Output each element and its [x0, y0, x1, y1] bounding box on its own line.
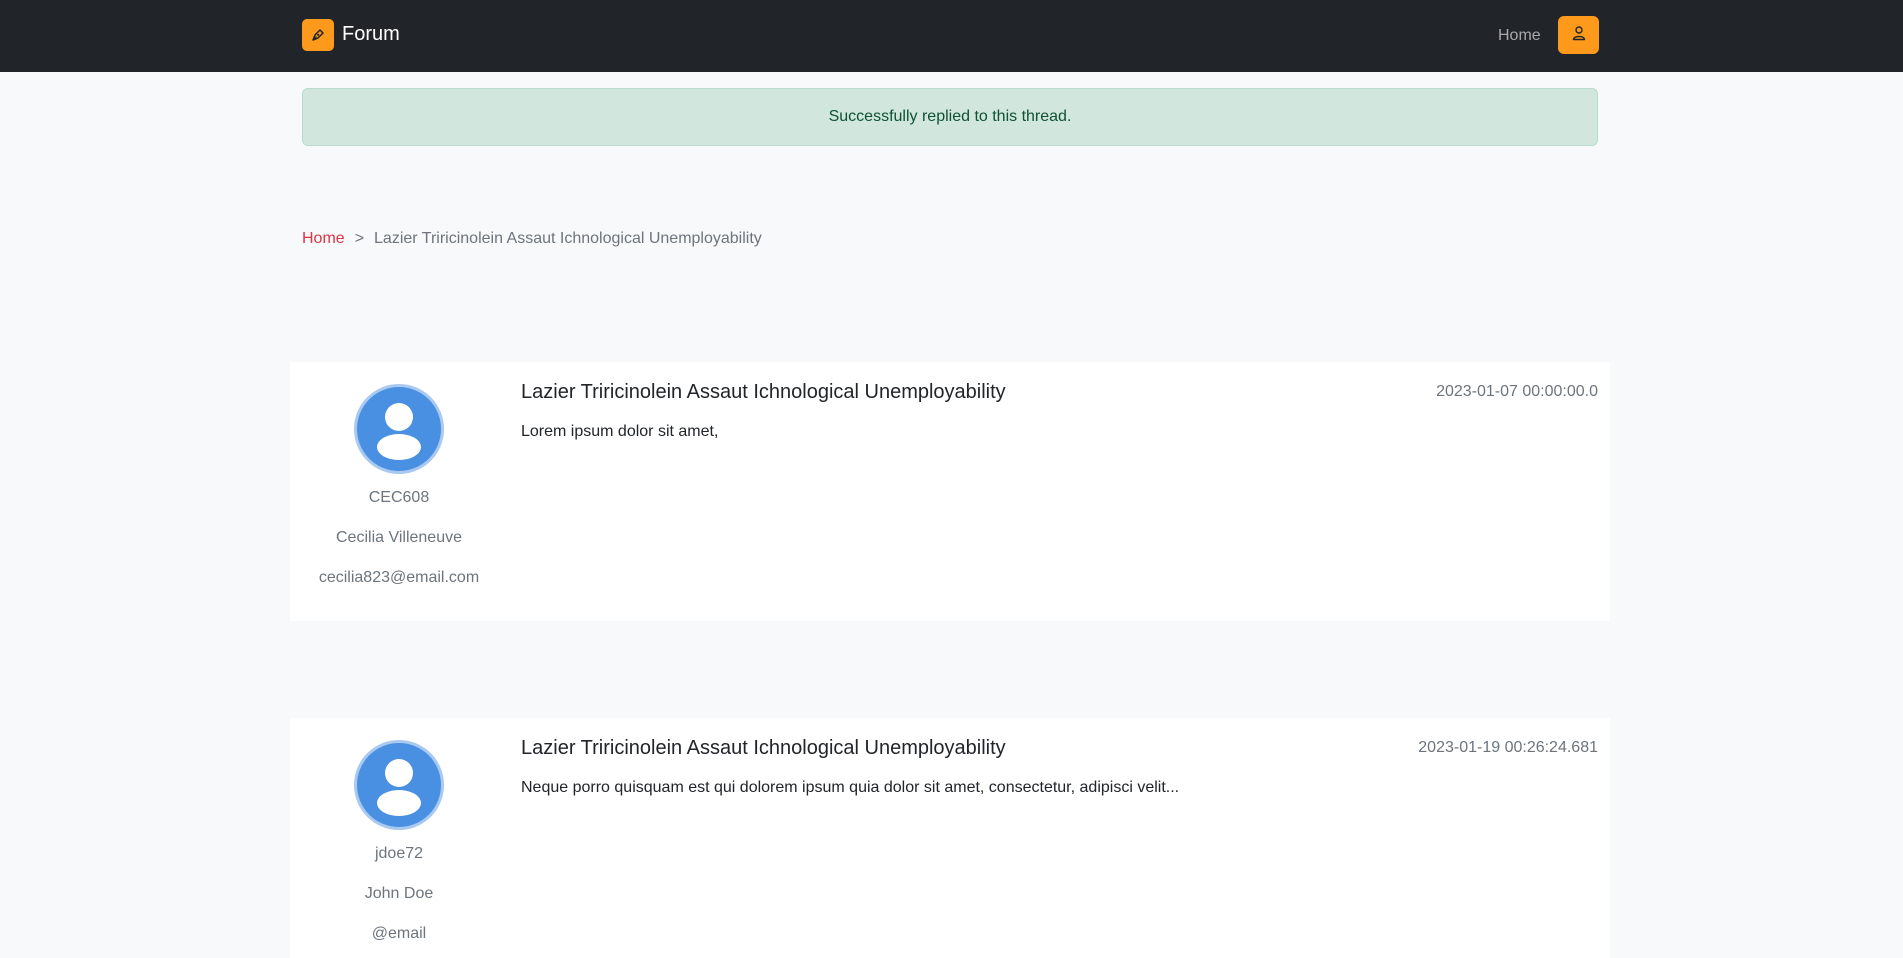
- post-title: Lazier Triricinolein Assaut Ichnological…: [521, 381, 1006, 403]
- author-email: @email: [371, 925, 427, 942]
- avatar[interactable]: [354, 384, 444, 474]
- pen-nib-icon: [302, 18, 334, 51]
- user-menu-button[interactable]: [1558, 16, 1599, 54]
- post-body: Lorem ipsum dolor sit amet,: [521, 423, 719, 440]
- user-icon: [1571, 25, 1587, 46]
- post-title: Lazier Triricinolein Assaut Ichnological…: [521, 737, 1006, 759]
- breadcrumb: Home > Lazier Triricinolein Assaut Ichno…: [302, 227, 762, 251]
- post-timestamp: 2023-01-19 00:26:24.681: [1418, 739, 1598, 756]
- author-username: CEC608: [368, 489, 430, 506]
- top-navbar: Forum Home: [0, 0, 1903, 72]
- post-author: jdoe72 John Doe @email: [290, 718, 508, 946]
- author-full-name: Cecilia Villeneuve: [336, 529, 462, 546]
- post-author: CEC608 Cecilia Villeneuve cecilia823@ema…: [290, 362, 508, 590]
- success-alert: Successfully replied to this thread.: [302, 88, 1598, 146]
- breadcrumb-home-link[interactable]: Home: [302, 227, 345, 251]
- nav-home-link[interactable]: Home: [1498, 24, 1541, 48]
- post-body: Neque porro quisquam est qui dolorem ips…: [521, 779, 1180, 796]
- brand-link[interactable]: Forum: [302, 18, 400, 51]
- author-username: jdoe72: [374, 845, 424, 862]
- brand-title: Forum: [342, 23, 400, 45]
- post-card: jdoe72 John Doe @email Lazier Triricinol…: [290, 718, 1610, 958]
- alert-message: Successfully replied to this thread.: [828, 108, 1072, 125]
- breadcrumb-current: Lazier Triricinolein Assaut Ichnological…: [374, 230, 762, 247]
- post-timestamp: 2023-01-07 00:00:00.0: [1436, 383, 1598, 400]
- author-full-name: John Doe: [364, 885, 434, 902]
- user-avatar-icon: [377, 403, 421, 460]
- avatar[interactable]: [354, 740, 444, 830]
- author-email: cecilia823@email.com: [318, 569, 480, 586]
- post-card: CEC608 Cecilia Villeneuve cecilia823@ema…: [290, 362, 1610, 621]
- breadcrumb-separator: >: [354, 230, 365, 247]
- user-avatar-icon: [377, 759, 421, 816]
